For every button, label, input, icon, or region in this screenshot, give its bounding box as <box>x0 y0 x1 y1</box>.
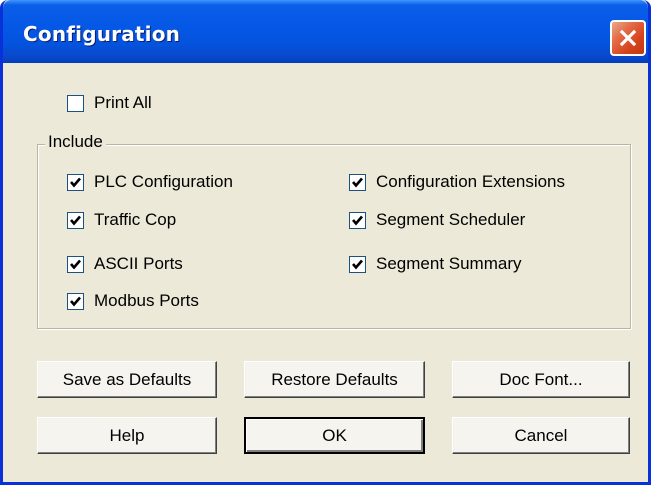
ascii-ports-label: ASCII Ports <box>94 254 183 273</box>
ascii-ports-checkbox[interactable] <box>67 255 84 273</box>
segment-summary-option[interactable]: Segment Summary <box>349 253 522 275</box>
save-as-defaults-button[interactable]: Save as Defaults <box>37 361 217 398</box>
doc-font-button[interactable]: Doc Font... <box>452 361 630 398</box>
configuration-dialog: Configuration Print All Include PLC Conf… <box>0 0 651 485</box>
segment-summary-checkbox[interactable] <box>349 255 366 273</box>
check-icon <box>352 215 363 225</box>
include-group-label: Include <box>45 132 106 152</box>
ok-button[interactable]: OK <box>244 417 425 454</box>
title-bar[interactable]: Configuration <box>3 0 648 63</box>
restore-defaults-button[interactable]: Restore Defaults <box>244 361 425 398</box>
check-icon <box>70 177 81 187</box>
check-icon <box>70 259 81 269</box>
configuration-extensions-label: Configuration Extensions <box>376 172 566 191</box>
help-button[interactable]: Help <box>37 417 217 454</box>
ascii-ports-option[interactable]: ASCII Ports <box>67 253 183 275</box>
traffic-cop-checkbox[interactable] <box>67 211 84 229</box>
close-button[interactable] <box>610 20 646 56</box>
segment-scheduler-label: Segment Scheduler <box>376 210 526 229</box>
dialog-body: Print All Include PLC Configuration Traf… <box>3 63 648 482</box>
check-icon <box>352 177 363 187</box>
cancel-button[interactable]: Cancel <box>452 417 630 454</box>
print-all-label: Print All <box>94 93 152 112</box>
segment-summary-label: Segment Summary <box>376 254 522 273</box>
print-all-checkbox[interactable] <box>67 94 84 112</box>
traffic-cop-option[interactable]: Traffic Cop <box>67 209 176 231</box>
window-title: Configuration <box>23 22 181 46</box>
plc-configuration-checkbox[interactable] <box>67 173 84 191</box>
modbus-ports-label: Modbus Ports <box>94 291 199 310</box>
check-icon <box>352 259 363 269</box>
modbus-ports-checkbox[interactable] <box>67 292 84 310</box>
segment-scheduler-checkbox[interactable] <box>349 211 366 229</box>
plc-configuration-label: PLC Configuration <box>94 172 233 191</box>
check-icon <box>70 296 81 306</box>
traffic-cop-label: Traffic Cop <box>94 210 177 229</box>
close-icon <box>619 29 637 47</box>
plc-configuration-option[interactable]: PLC Configuration <box>67 171 233 193</box>
configuration-extensions-option[interactable]: Configuration Extensions <box>349 171 565 193</box>
configuration-extensions-checkbox[interactable] <box>349 173 366 191</box>
print-all-option[interactable]: Print All <box>67 92 152 114</box>
check-icon <box>70 215 81 225</box>
modbus-ports-option[interactable]: Modbus Ports <box>67 290 199 312</box>
segment-scheduler-option[interactable]: Segment Scheduler <box>349 209 525 231</box>
